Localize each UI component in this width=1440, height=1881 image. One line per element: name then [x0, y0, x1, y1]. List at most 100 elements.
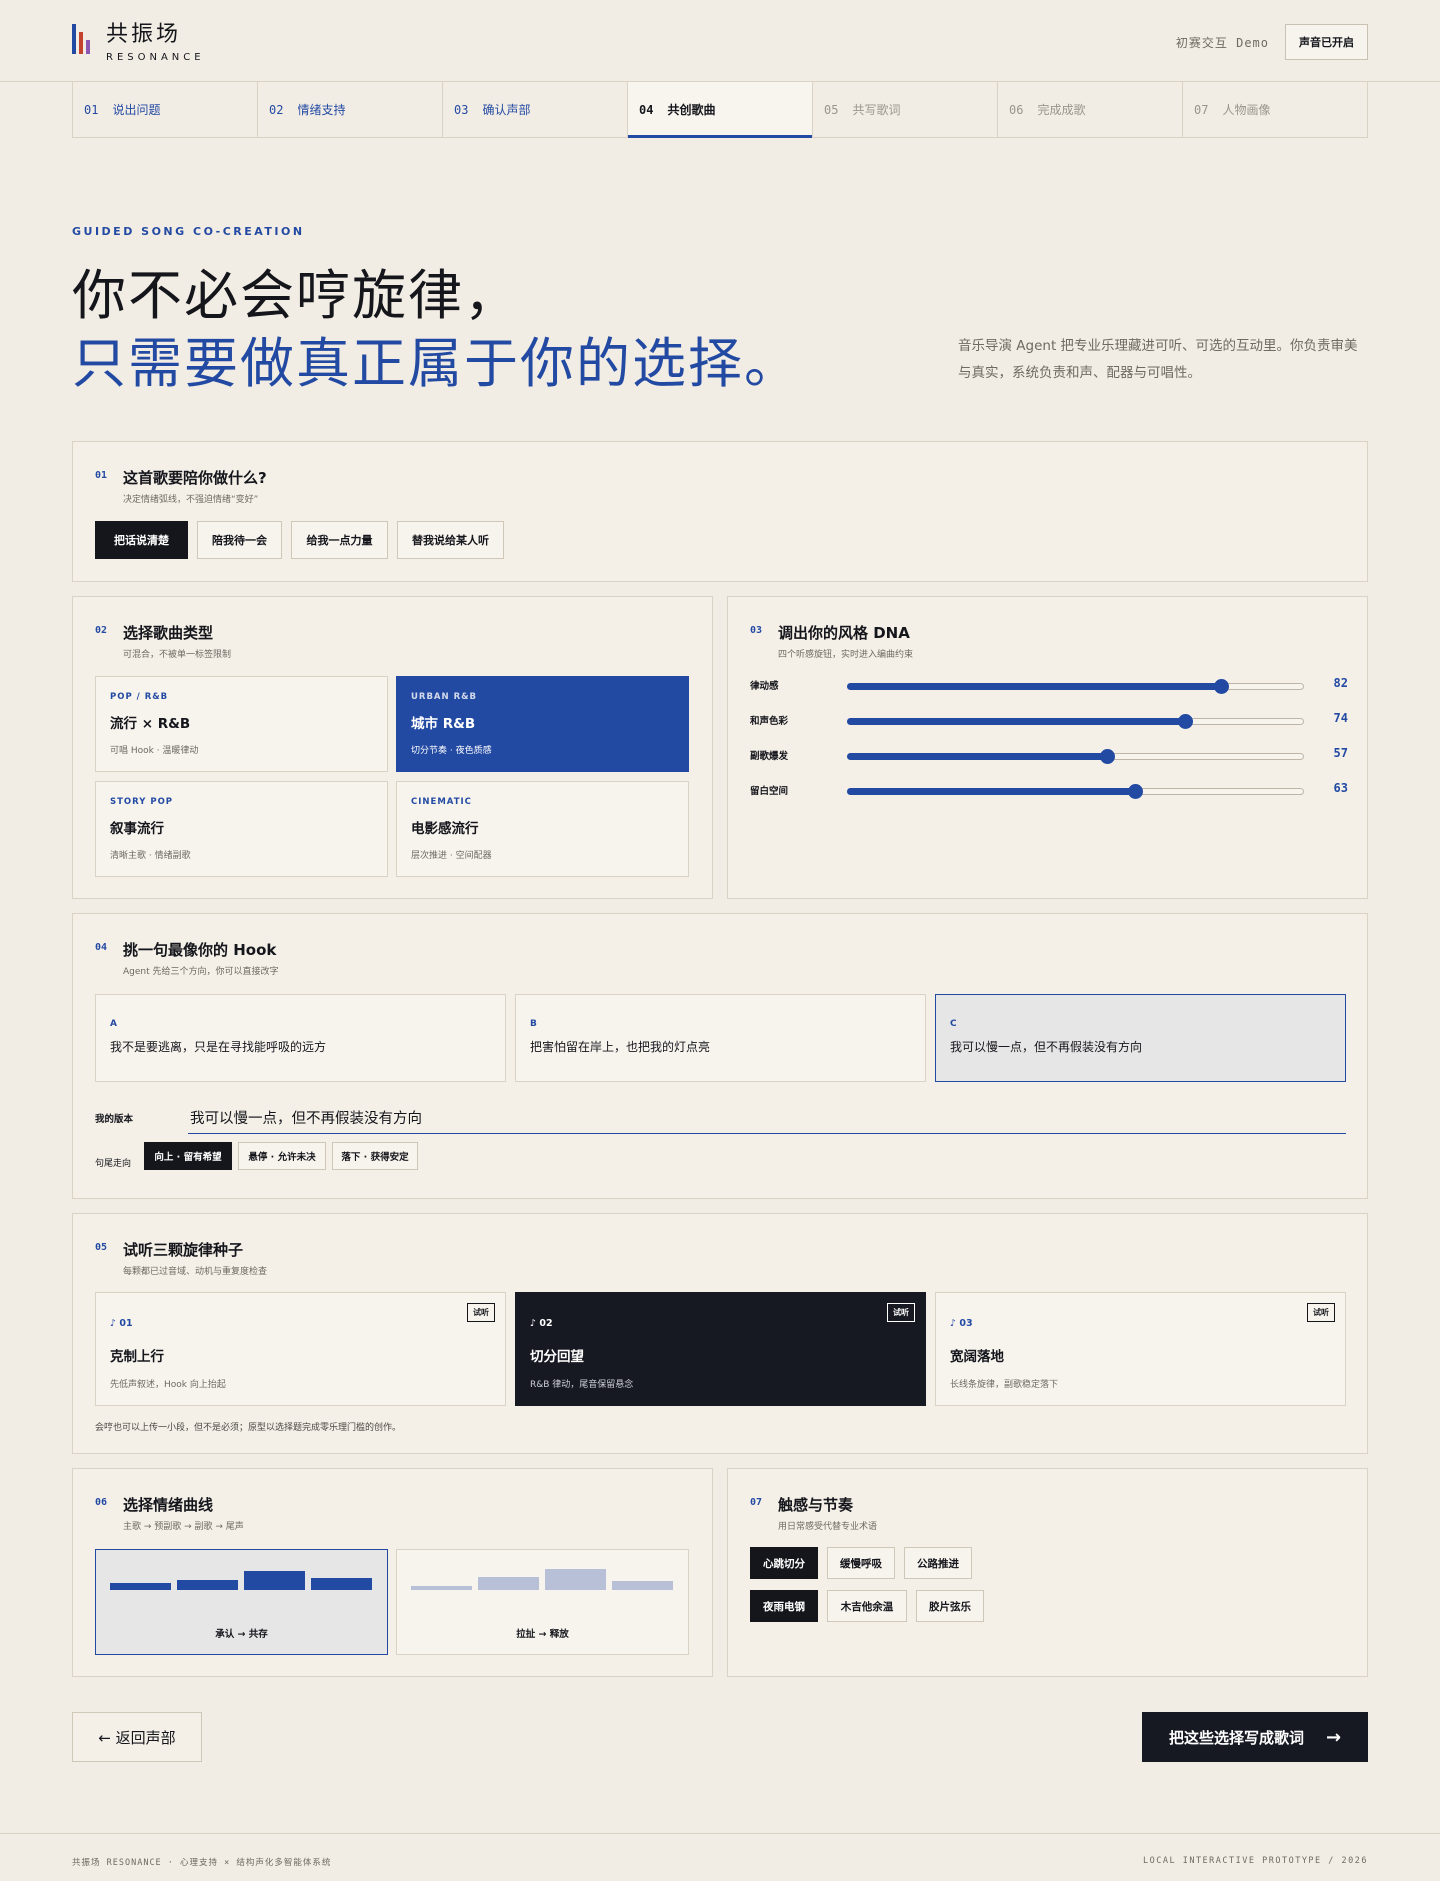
emotion-curve-option[interactable]: 承认 → 共存	[95, 1549, 388, 1655]
slider-label: 副歌爆发	[750, 751, 789, 762]
ending-option[interactable]: 向上 · 留有希望	[144, 1142, 232, 1170]
step-tab-05[interactable]: 05 共写歌词	[813, 82, 998, 138]
write-lyrics-button[interactable]: 把这些选择写成歌词 →	[1142, 1712, 1368, 1762]
demo-label: 初赛交互 Demo	[1175, 35, 1269, 50]
curve-bar	[545, 1569, 606, 1590]
slider-track[interactable]	[847, 679, 1304, 694]
slider-track[interactable]	[847, 749, 1304, 764]
card-number: 03	[750, 625, 763, 636]
hero-title-line1: 你不必会哼旋律，	[72, 264, 520, 327]
texture-option[interactable]: 胶片弦乐	[916, 1590, 984, 1622]
purpose-option[interactable]: 把话说清楚	[95, 521, 188, 559]
brand-logo[interactable]: 共振场 RESONANCE	[72, 22, 205, 64]
melody-seed[interactable]: 试听 ♪ 02 切分回望 R&B 律动，尾音保留悬念	[515, 1292, 926, 1406]
dna-slider-row: 副歌爆发 57	[750, 745, 1348, 765]
step-tab-03[interactable]: 03 确认声部	[443, 82, 628, 138]
my-version-input[interactable]: 我可以慢一点，但不再假装没有方向	[188, 1094, 1346, 1134]
genre-option[interactable]: STORY POP 叙事流行 清晰主歌 · 情绪副歌	[95, 781, 388, 877]
curve-bar	[411, 1586, 472, 1590]
seeds-note: 会哼也可以上传一小段，但不是必须；原型以选择题完成零乐理门槛的创作。	[95, 1423, 402, 1433]
curve-bar	[177, 1580, 238, 1590]
ending-option[interactable]: 落下 · 获得安定	[332, 1142, 418, 1170]
step-tab-01[interactable]: 01 说出问题	[73, 82, 258, 138]
top-bar: 共振场 RESONANCE 初赛交互 Demo 声音已开启	[0, 0, 1440, 82]
card-title: 触感与节奏	[778, 1496, 854, 1514]
card-number: 01	[95, 470, 108, 481]
ending-option[interactable]: 悬停 · 允许未决	[238, 1142, 326, 1170]
curve-bar	[612, 1581, 673, 1590]
dna-slider-row: 留白空间 63	[750, 780, 1348, 800]
slider-thumb[interactable]	[1214, 679, 1230, 694]
step-tab-04[interactable]: 04 共创歌曲	[628, 82, 813, 138]
curve-bar	[110, 1583, 171, 1590]
write-lyrics-label: 把这些选择写成歌词	[1168, 1728, 1304, 1747]
preview-button[interactable]: 试听	[1307, 1303, 1335, 1322]
slider-thumb[interactable]	[1100, 749, 1116, 764]
seed-number: ♪ 03	[950, 1318, 973, 1329]
purpose-option[interactable]: 给我一点力量	[291, 521, 388, 559]
genre-en-label: STORY POP	[110, 797, 174, 807]
step-number: 01	[84, 102, 99, 117]
step-label: 说出问题	[112, 103, 161, 117]
texture-option[interactable]: 木吉他余温	[827, 1590, 907, 1622]
purpose-option[interactable]: 陪我待一会	[197, 521, 282, 559]
emotion-curve-option[interactable]: 拉扯 → 释放	[396, 1549, 689, 1655]
slider-thumb[interactable]	[1177, 714, 1193, 729]
texture-rhythm-card: 07 触感与节奏 用日常感受代替专业术语 心跳切分 缓慢呼吸 公路推进 夜雨电钢 木吉他…	[727, 1468, 1368, 1677]
slider-fill	[847, 753, 1107, 760]
card-subtitle: 可混合，不被单一标签限制	[123, 650, 232, 660]
genre-option[interactable]: URBAN R&B 城市 R&B 切分节奏 · 夜色质感	[396, 676, 689, 772]
card-subtitle: 主歌 → 预副歌 → 副歌 → 尾声	[123, 1522, 244, 1532]
brand-name-en: RESONANCE	[106, 52, 205, 63]
card-title: 调出你的风格 DNA	[778, 624, 910, 642]
genre-card: 02 选择歌曲类型 可混合，不被单一标签限制 POP / R&B 流行 × R&B…	[72, 596, 713, 899]
curve-bars	[411, 1568, 674, 1590]
genre-description: 清晰主歌 · 情绪副歌	[110, 851, 191, 861]
step-tab-02[interactable]: 02 情绪支持	[258, 82, 443, 138]
dna-slider-row: 律动感 82	[750, 675, 1348, 695]
step-number: 04	[639, 102, 654, 117]
step-tab-06[interactable]: 06 完成成歌	[998, 82, 1183, 138]
footer-right-text: LOCAL INTERACTIVE PROTOTYPE / 2026	[1143, 1856, 1368, 1866]
my-version-label: 我的版本	[95, 1114, 134, 1125]
footer-left-text: 共振场 RESONANCE · 心理支持 × 结构声化多智能体系统	[72, 1858, 332, 1868]
genre-en-label: URBAN R&B	[411, 692, 478, 702]
hook-option[interactable]: B 把害怕留在岸上，也把我的灯点亮	[515, 994, 926, 1082]
step-number: 05	[824, 102, 839, 117]
curve-bar	[478, 1577, 539, 1590]
style-dna-card: 03 调出你的风格 DNA 四个听感旋钮，实时进入编曲约束 律动感 82 和声色彩 7…	[727, 596, 1368, 899]
melody-seed[interactable]: 试听 ♪ 03 宽阔落地 长线条旋律，副歌稳定落下	[935, 1292, 1346, 1406]
card-title: 挑一句最像你的 Hook	[123, 941, 277, 959]
sound-toggle-button[interactable]: 声音已开启	[1285, 24, 1368, 60]
slider-fill	[847, 788, 1134, 795]
texture-option[interactable]: 心跳切分	[750, 1547, 818, 1579]
card-subtitle: 用日常感受代替专业术语	[778, 1522, 878, 1532]
hook-text: 把害怕留在岸上，也把我的灯点亮	[530, 1040, 711, 1054]
slider-track[interactable]	[847, 714, 1304, 729]
melody-seed[interactable]: 试听 ♪ 01 克制上行 先低声叙述，Hook 向上抬起	[95, 1292, 506, 1406]
texture-option[interactable]: 缓慢呼吸	[827, 1547, 895, 1579]
hook-option[interactable]: A 我不是要逃离，只是在寻找能呼吸的远方	[95, 994, 506, 1082]
melody-seeds-card: 05 试听三颗旋律种子 每颗都已过音域、动机与重复度检查 试听 ♪ 01 克制上行先…	[72, 1213, 1368, 1454]
back-to-voice-button[interactable]: ← 返回声部	[72, 1712, 202, 1762]
purpose-option[interactable]: 替我说给某人听	[397, 521, 504, 559]
texture-option[interactable]: 公路推进	[904, 1547, 972, 1579]
hook-card: 04 挑一句最像你的 Hook Agent 先给三个方向，你可以直接改字 A 我不…	[72, 913, 1368, 1199]
genre-en-label: CINEMATIC	[411, 797, 472, 807]
step-label: 共写歌词	[852, 103, 901, 117]
texture-option[interactable]: 夜雨电钢	[750, 1590, 818, 1622]
preview-button[interactable]: 试听	[467, 1303, 495, 1322]
hook-option[interactable]: C 我可以慢一点，但不再假装没有方向	[935, 994, 1346, 1082]
hook-tag: B	[530, 1019, 537, 1029]
preview-button[interactable]: 试听	[887, 1303, 915, 1322]
slider-thumb[interactable]	[1127, 784, 1143, 799]
curve-label: 承认 → 共存	[215, 1629, 268, 1640]
curve-bar	[311, 1578, 372, 1590]
slider-track[interactable]	[847, 784, 1304, 799]
step-tab-07[interactable]: 07 人物画像	[1183, 82, 1368, 138]
genre-option[interactable]: POP / R&B 流行 × R&B 可唱 Hook · 温暖律动	[95, 676, 388, 772]
curve-label: 拉扯 → 释放	[516, 1629, 569, 1640]
card-number: 06	[95, 1497, 108, 1508]
genre-option[interactable]: CINEMATIC 电影感流行 层次推进 · 空间配器	[396, 781, 689, 877]
slider-fill	[847, 718, 1184, 725]
